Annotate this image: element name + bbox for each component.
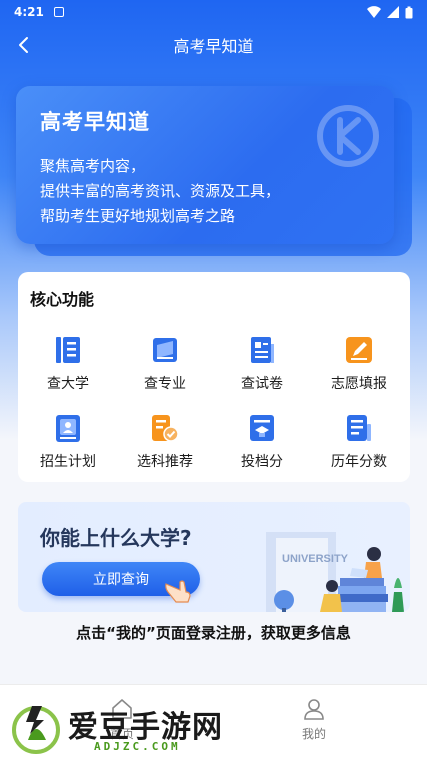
func-item-exam[interactable]: 查试卷 bbox=[214, 334, 310, 404]
func-item-university[interactable]: 查大学 bbox=[20, 334, 116, 404]
section-title: 核心功能 bbox=[30, 290, 95, 309]
tab-mine[interactable]: 我的 bbox=[284, 697, 344, 742]
func-item-history[interactable]: 历年分数 bbox=[311, 412, 407, 482]
watermark-subtext: ADJZC.COM bbox=[94, 740, 181, 753]
notification-icon bbox=[53, 7, 64, 17]
university-sign: UNIVERSITY bbox=[282, 553, 349, 565]
func-label: 历年分数 bbox=[331, 454, 387, 470]
battery-icon bbox=[405, 6, 413, 18]
banner-title: 你能上什么大学? bbox=[40, 526, 192, 550]
enrollment-plan-icon bbox=[56, 415, 80, 442]
user-icon bbox=[304, 699, 324, 720]
status-bar: 4:21 bbox=[0, 0, 427, 24]
func-item-application[interactable]: 志愿填报 bbox=[311, 334, 407, 404]
status-time: 4:21 bbox=[14, 5, 44, 19]
back-button[interactable] bbox=[10, 32, 36, 58]
watermark-logo-icon bbox=[12, 706, 60, 754]
func-label: 查大学 bbox=[47, 376, 89, 392]
core-functions-card: 核心功能 查大学 查专业 查试卷 志愿填报 招生计划 选科推荐 投档分 历年分数 bbox=[18, 272, 410, 482]
hero-line: 帮助考生更好地规划高考之路 bbox=[40, 207, 236, 225]
wifi-icon bbox=[367, 6, 381, 18]
pointing-hand-icon bbox=[165, 580, 191, 603]
func-label: 查专业 bbox=[144, 376, 186, 392]
history-score-icon bbox=[347, 415, 371, 441]
page-title: 高考早知道 bbox=[173, 37, 254, 56]
func-label: 投档分 bbox=[241, 454, 283, 470]
func-label: 查试卷 bbox=[241, 376, 283, 392]
func-label: 选科推荐 bbox=[137, 454, 193, 470]
admission-score-icon bbox=[250, 415, 274, 441]
func-item-subject[interactable]: 选科推荐 bbox=[117, 412, 213, 482]
site-watermark: 爱豆手游网 ADJZC.COM bbox=[8, 698, 258, 758]
hero-line: 提供丰富的高考资讯、资源及工具， bbox=[40, 182, 281, 200]
chevron-left-icon bbox=[19, 37, 28, 53]
major-book-icon bbox=[153, 338, 177, 362]
tab-label: 我的 bbox=[301, 727, 326, 741]
func-item-enrollment[interactable]: 招生计划 bbox=[20, 412, 116, 482]
brand-logo-icon bbox=[317, 105, 379, 167]
university-icon bbox=[56, 337, 80, 363]
hero-card: 高考早知道 聚焦高考内容， 提供丰富的高考资讯、资源及工具， 帮助考生更好地规划… bbox=[16, 86, 394, 244]
nav-bar: 高考早知道 bbox=[0, 28, 427, 62]
signal-icon bbox=[387, 6, 399, 18]
func-label: 招生计划 bbox=[40, 454, 96, 470]
func-label: 志愿填报 bbox=[331, 376, 387, 392]
application-pen-icon bbox=[346, 337, 372, 363]
university-illustration: UNIVERSITY bbox=[266, 532, 404, 612]
login-hint-text: 点击“我的”页面登录注册，获取更多信息 bbox=[76, 624, 351, 642]
exam-paper-icon bbox=[251, 337, 274, 363]
func-item-major[interactable]: 查专业 bbox=[117, 334, 213, 404]
query-banner[interactable]: 你能上什么大学? 立即查询 UNIVERSITY bbox=[18, 502, 410, 612]
subject-recommend-icon bbox=[152, 415, 179, 442]
func-item-admission[interactable]: 投档分 bbox=[214, 412, 310, 482]
